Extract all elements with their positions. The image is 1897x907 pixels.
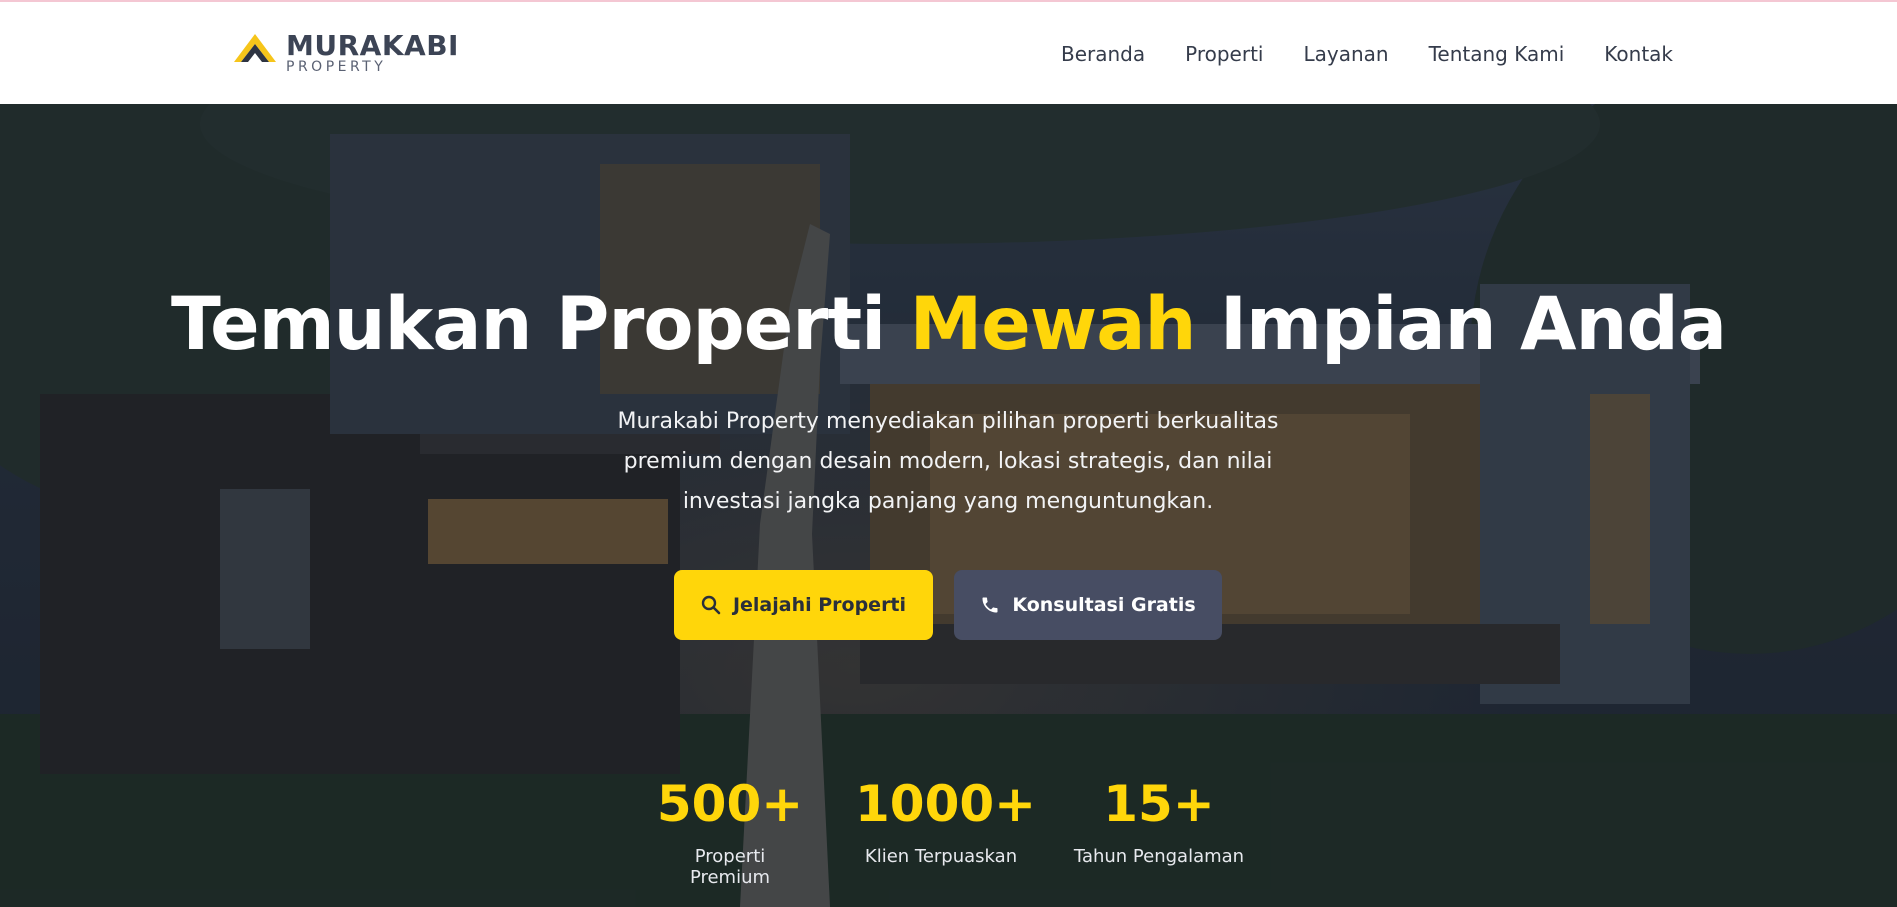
phone-icon: [982, 597, 998, 613]
stat-tahun-pengalaman: 15+ Tahun Pengalaman: [1072, 774, 1246, 867]
headline-accent: Mewah: [909, 282, 1197, 367]
brand-name: MURAKABI: [286, 29, 459, 62]
roof-logo-icon: [234, 34, 276, 62]
hero-section: Temukan Properti Mewah Impian Anda Murak…: [0, 104, 1897, 907]
stat-value: 15+: [1103, 775, 1215, 833]
nav-item-properti[interactable]: Properti: [1185, 42, 1263, 66]
search-icon: [701, 595, 721, 615]
stat-value: 500+: [656, 775, 804, 833]
nav-item-tentang-kami[interactable]: Tentang Kami: [1429, 42, 1565, 66]
stat-properti-premium: 500+ Properti Premium: [652, 774, 808, 888]
headline-part-1: Temukan Properti: [171, 282, 886, 367]
site-header: MURAKABI PROPERTY Beranda Properti Layan…: [0, 2, 1897, 104]
explore-property-label: Jelajahi Properti: [732, 594, 907, 616]
nav-item-kontak[interactable]: Kontak: [1604, 42, 1673, 66]
stat-value: 1000+: [855, 775, 1037, 833]
brand-logo[interactable]: MURAKABI PROPERTY: [232, 32, 459, 76]
stat-label: Klien Terpuaskan: [864, 846, 1018, 867]
stat-klien-terpuaskan: 1000+ Klien Terpuaskan: [855, 774, 1037, 867]
main-nav: Beranda Properti Layanan Tentang Kami Ko…: [1061, 42, 1673, 66]
nav-item-beranda[interactable]: Beranda: [1061, 42, 1145, 66]
nav-item-layanan[interactable]: Layanan: [1303, 42, 1388, 66]
hero-lead-text: Murakabi Property menyediakan pilihan pr…: [617, 409, 1279, 514]
free-consultation-label: Konsultasi Gratis: [1012, 594, 1196, 616]
stat-label: Properti Premium: [689, 846, 771, 888]
free-consultation-button[interactable]: Konsultasi Gratis: [954, 570, 1222, 640]
headline-part-2: Impian Anda: [1219, 282, 1727, 367]
brand-tagline: PROPERTY: [286, 59, 387, 75]
stat-label: Tahun Pengalaman: [1073, 846, 1245, 867]
explore-property-button[interactable]: Jelajahi Properti: [674, 570, 933, 640]
hero-headline: Temukan Properti Mewah Impian Anda: [0, 282, 1897, 367]
